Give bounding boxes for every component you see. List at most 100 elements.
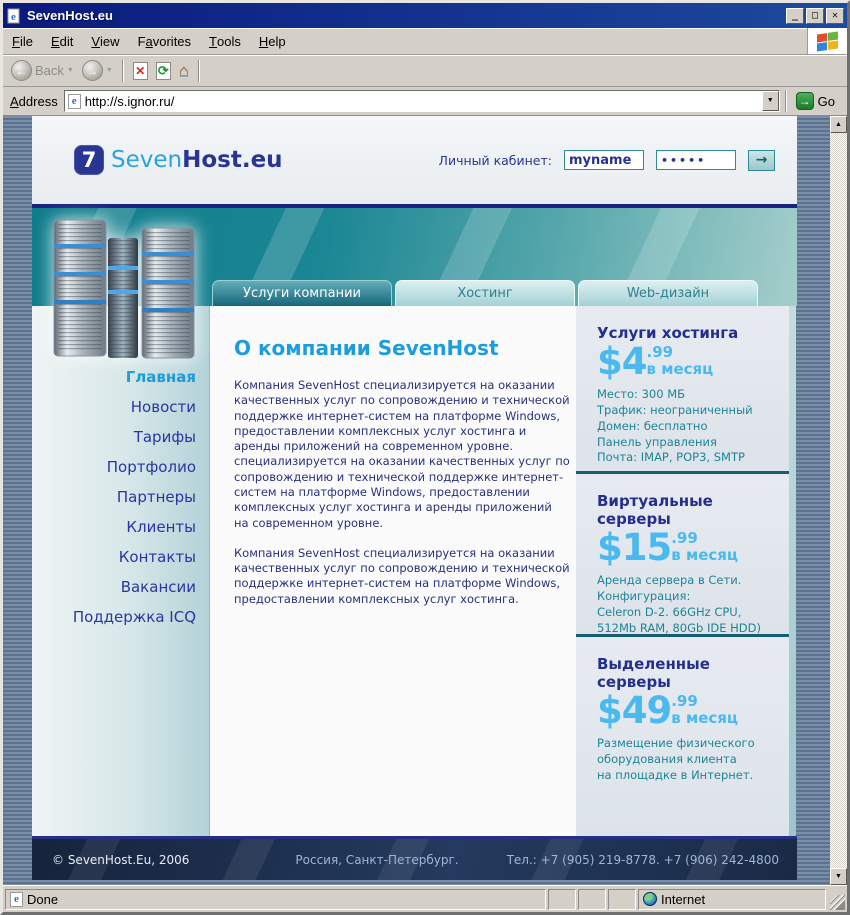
menu-label: dit xyxy=(59,33,74,49)
main-content: О компании SevenHost Компания SevenHost … xyxy=(210,306,576,836)
address-dropdown-icon[interactable]: ▼ xyxy=(761,91,779,111)
back-button[interactable]: ← Back ▼ xyxy=(7,58,78,83)
vertical-scrollbar[interactable]: ▲ ▼ xyxy=(830,116,847,885)
sidebar-item-news[interactable]: Новости xyxy=(32,392,209,422)
menu-tools[interactable]: Tools xyxy=(200,28,250,54)
flag-yellow xyxy=(828,40,838,50)
titlebar: e SevenHost.eu _ □ ✕ xyxy=(3,3,847,28)
menu-label: ile xyxy=(19,33,33,49)
offer-detail-line: Домен: бесплатно xyxy=(597,418,708,433)
about-paragraph: Компания SevenHost специализируется на о… xyxy=(234,378,570,530)
go-button[interactable]: → Go xyxy=(792,92,843,110)
menu-label: F xyxy=(137,33,146,49)
stop-icon: ✕ xyxy=(132,61,148,80)
windows-flag-icon xyxy=(817,31,838,51)
menu-label-key: F xyxy=(12,33,20,49)
scroll-up-icon[interactable]: ▲ xyxy=(830,116,847,133)
forward-dropdown-icon[interactable]: ▼ xyxy=(106,67,113,74)
window-title: SevenHost.eu xyxy=(27,8,113,23)
home-button[interactable]: ⌂ xyxy=(175,60,193,81)
offer-details: Место: 300 МБ Трафик: неограниченный Дом… xyxy=(597,387,777,466)
offer-details: Аренда сервера в Сети. Конфигурация: Cel… xyxy=(597,573,777,636)
status-pane-empty xyxy=(548,888,576,910)
forward-button[interactable]: → ▼ xyxy=(78,58,117,83)
offer-detail-line: Размещение физического xyxy=(597,736,755,750)
site-logo[interactable]: 7 SevenHost.eu xyxy=(74,145,283,175)
go-label: Go xyxy=(817,93,835,109)
page-ie-icon: e xyxy=(67,93,81,109)
logo-part2: Host.eu xyxy=(182,147,283,173)
addr-rest: ddress xyxy=(18,93,58,109)
sidebar-item-partners[interactable]: Партнеры xyxy=(32,482,209,512)
flag-blue xyxy=(817,41,827,51)
password-input[interactable] xyxy=(656,150,736,170)
address-field[interactable]: e ▼ xyxy=(63,90,780,112)
back-label: Back xyxy=(35,63,64,78)
menu-label-key: T xyxy=(209,33,217,49)
logo-part1: Seven xyxy=(111,147,183,173)
sidebar-item-tariffs[interactable]: Тарифы xyxy=(32,422,209,452)
toolbar-separator xyxy=(198,59,201,82)
sidebar-item-contacts[interactable]: Контакты xyxy=(32,542,209,572)
refresh-icon: ⟳ xyxy=(155,61,171,80)
tab-services[interactable]: Услуги компании xyxy=(212,280,392,306)
menu-file[interactable]: File xyxy=(3,28,42,54)
offer-detail-line: Конфигурация: xyxy=(597,588,691,603)
tab-bar: Услуги компании Хостинг Web-дизайн xyxy=(212,280,758,306)
windows-logo xyxy=(807,28,847,54)
offer-virtual-servers[interactable]: Виртуальные серверы $15 .99 в месяц Аренд… xyxy=(576,471,789,636)
back-dropdown-icon[interactable]: ▼ xyxy=(67,67,74,74)
offer-detail-line: Почта: IMAP, POP3, SMTP xyxy=(597,450,745,465)
offer-hosting[interactable]: Услуги хостинга $4 .99 в месяц Место: 300… xyxy=(576,306,789,471)
svg-text:e: e xyxy=(11,11,16,23)
address-input[interactable] xyxy=(84,92,762,110)
tab-hosting[interactable]: Хостинг xyxy=(395,280,575,306)
ie-icon: e xyxy=(7,8,20,23)
security-zone-pane: Internet xyxy=(638,888,826,910)
sidebar-item-icq-support[interactable]: Поддержка ICQ xyxy=(32,602,209,632)
offers-sidebar: Услуги хостинга $4 .99 в месяц Место: 300… xyxy=(576,306,789,836)
home-icon: ⌂ xyxy=(178,61,190,80)
offer-price: $15 .99 в месяц xyxy=(597,529,777,566)
close-button[interactable]: ✕ xyxy=(826,7,844,24)
status-ie-icon: e xyxy=(10,891,23,907)
minimize-button[interactable]: _ xyxy=(786,7,804,24)
price-cents: .99 xyxy=(671,529,698,547)
menu-help[interactable]: Help xyxy=(250,28,295,54)
menu-label-key: E xyxy=(50,33,60,49)
toolbar-separator xyxy=(784,90,787,112)
resize-grip[interactable] xyxy=(830,895,845,910)
login-area: Личный кабинет: → xyxy=(439,149,775,171)
stop-button[interactable]: ✕ xyxy=(129,60,152,82)
menu-favorites[interactable]: Fa vorites xyxy=(129,28,200,54)
username-input[interactable] xyxy=(564,150,644,170)
footer-copyright: © SevenHost.Eu, 2006 xyxy=(52,852,190,867)
menu-edit[interactable]: Edit xyxy=(42,28,82,54)
flag-red xyxy=(817,32,827,42)
refresh-button[interactable]: ⟳ xyxy=(152,60,175,82)
footer-phones: Тел.: +7 (905) 219-8778. +7 (906) 242-48… xyxy=(506,852,779,867)
menu-label: elp xyxy=(268,33,286,49)
addr-key: A xyxy=(10,93,19,109)
sidebar-item-clients[interactable]: Клиенты xyxy=(32,512,209,542)
price-period: в месяц xyxy=(671,545,739,564)
page-title: О компании SevenHost xyxy=(234,336,499,360)
menu-view[interactable]: View xyxy=(82,28,128,54)
logo-text: SevenHost.eu xyxy=(111,147,283,173)
scroll-down-icon[interactable]: ▼ xyxy=(830,868,847,885)
menu-label: ools xyxy=(217,33,241,49)
offer-price: $49 .99 в месяц xyxy=(597,692,777,729)
sevenhost-site: 7 SevenHost.eu Личный кабинет: → xyxy=(32,116,797,880)
site-header: 7 SevenHost.eu Личный кабинет: → xyxy=(32,116,797,204)
maximize-button[interactable]: □ xyxy=(806,7,824,24)
status-bar: e Done Internet xyxy=(3,885,847,912)
login-submit-button[interactable]: → xyxy=(748,149,775,171)
zone-label: Internet xyxy=(661,891,706,907)
sidebar-item-portfolio[interactable]: Портфолио xyxy=(32,452,209,482)
tab-webdesign[interactable]: Web-дизайн xyxy=(578,280,758,306)
back-icon: ← xyxy=(11,60,32,81)
sidebar-item-home[interactable]: Главная xyxy=(32,362,209,392)
address-label: Address xyxy=(7,94,64,109)
sidebar-item-vacancies[interactable]: Вакансии xyxy=(32,572,209,602)
offer-dedicated-servers[interactable]: Выделенные серверы $49 .99 в месяц Размещ… xyxy=(576,634,789,836)
